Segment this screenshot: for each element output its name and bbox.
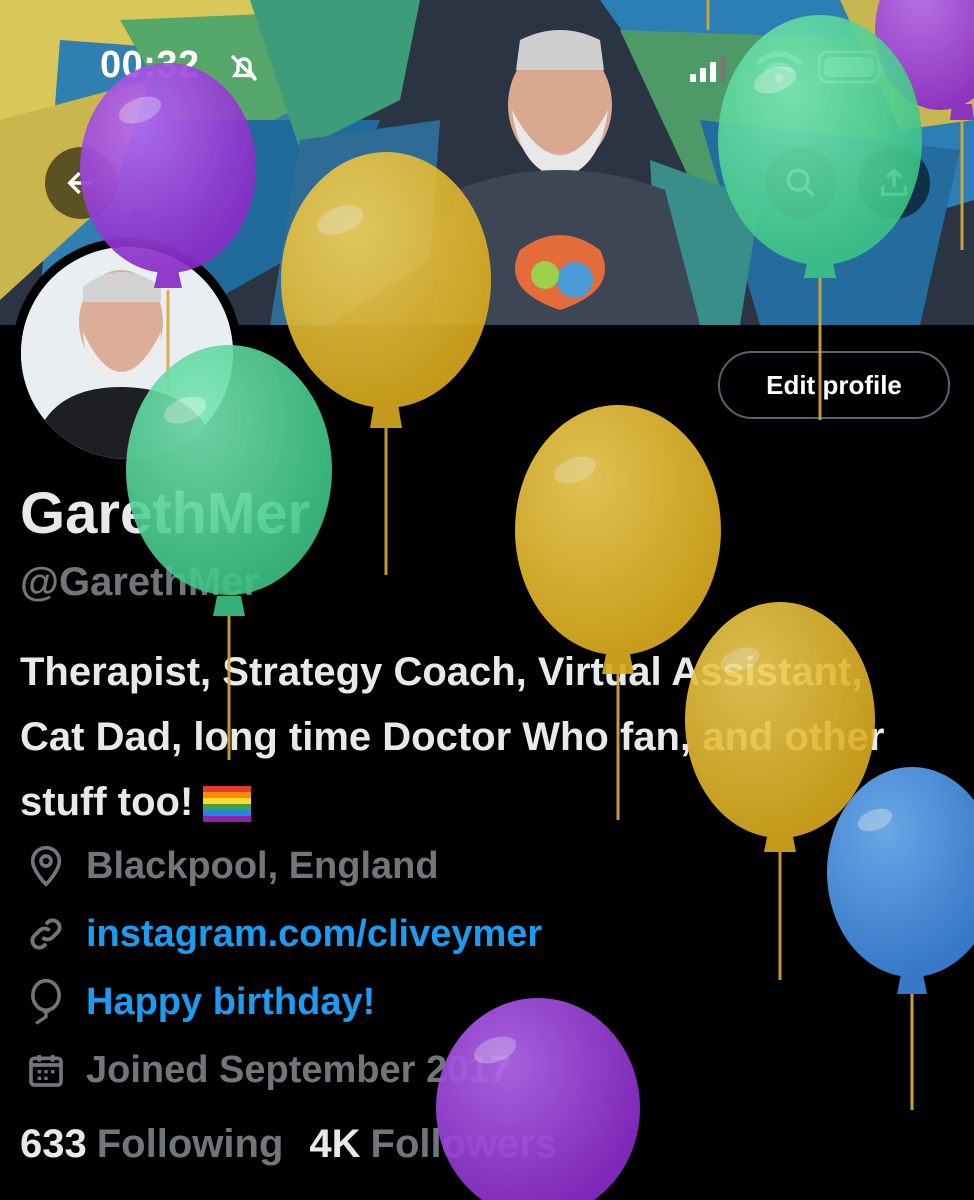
status-bar: 00:32 <box>0 0 974 130</box>
avatar[interactable] <box>12 238 242 468</box>
bell-slash-icon <box>230 54 258 82</box>
balloon-purple-3 <box>436 998 640 1200</box>
location-text: Blackpool, England <box>86 844 439 887</box>
follow-stats: 633 Following 4K Followers <box>20 1122 557 1167</box>
balloon-icon <box>22 978 70 1026</box>
share-button[interactable] <box>858 147 930 219</box>
website-link[interactable]: instagram.com/cliveymer <box>86 913 542 956</box>
bio-text: Therapist, Strategy Coach, Virtual Assis… <box>20 650 885 824</box>
joined-row: Joined September 2017 <box>22 1042 511 1098</box>
avatar-image <box>21 247 233 459</box>
bio: Therapist, Strategy Coach, Virtual Assis… <box>20 640 920 835</box>
wifi-icon <box>756 51 802 82</box>
display-name: GarethMer <box>20 481 311 546</box>
battery-icon <box>818 50 886 84</box>
followers-stat[interactable]: 4K Followers <box>309 1122 557 1167</box>
followers-count: 4K <box>309 1122 361 1166</box>
rainbow-flag-icon <box>203 786 252 823</box>
share-icon <box>880 167 908 197</box>
search-icon <box>786 168 815 197</box>
followers-label: Followers <box>370 1122 558 1166</box>
joined-text: Joined September 2017 <box>86 1048 511 1091</box>
link-icon <box>22 910 70 958</box>
following-label: Following <box>96 1122 284 1166</box>
location-pin-icon <box>22 842 70 890</box>
website-row: instagram.com/cliveymer <box>22 906 542 962</box>
signal-icon <box>690 56 726 82</box>
arrow-left-icon <box>67 171 93 195</box>
edit-profile-button[interactable]: Edit profile <box>718 351 950 419</box>
back-button[interactable] <box>45 147 117 219</box>
birthday-text[interactable]: Happy birthday! <box>86 981 375 1024</box>
birthday-row: Happy birthday! <box>22 974 375 1030</box>
handle: @GarethMer <box>20 560 260 604</box>
calendar-icon <box>22 1046 70 1094</box>
following-count: 633 <box>20 1122 87 1166</box>
search-button[interactable] <box>765 147 837 219</box>
following-stat[interactable]: 633 Following <box>20 1122 283 1167</box>
status-time: 00:32 <box>100 44 200 86</box>
location-row: Blackpool, England <box>22 838 439 894</box>
